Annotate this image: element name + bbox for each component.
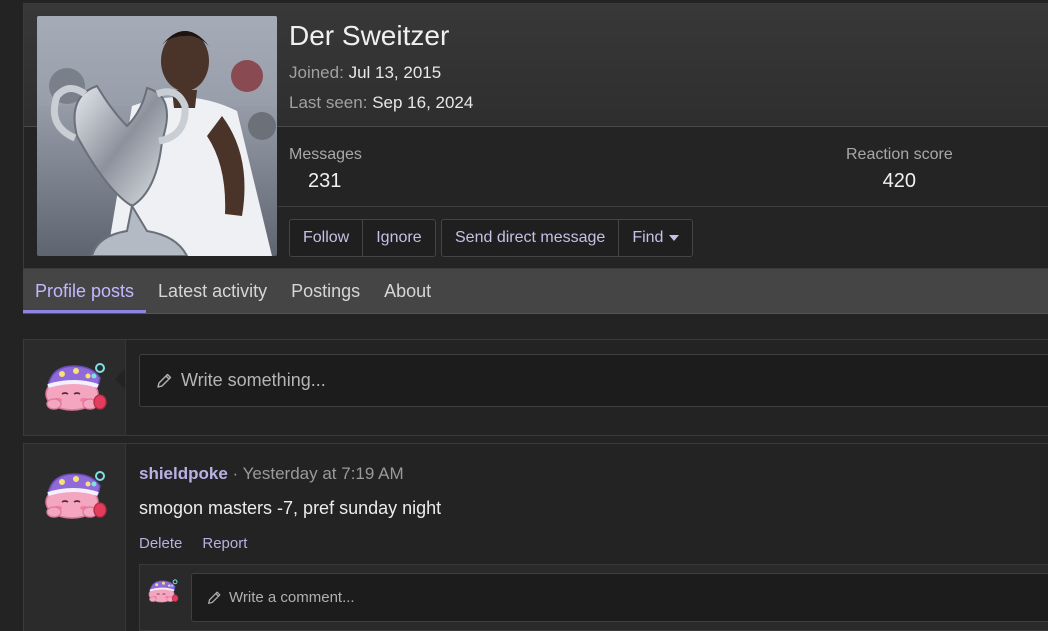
post-actions: Delete Report — [139, 535, 247, 552]
tab-latest-activity[interactable]: Latest activity — [146, 269, 279, 313]
post-avatar-gutter — [24, 444, 126, 631]
ignore-button[interactable]: Ignore — [362, 220, 434, 256]
post-timestamp[interactable]: Yesterday at 7:19 AM — [243, 464, 404, 483]
profile-header: Der Sweitzer Joined: Jul 13, 2015 Last s… — [23, 3, 1048, 269]
post-username[interactable]: shieldpoke — [139, 464, 228, 483]
last-seen: Last seen: Sep 16, 2024 — [289, 93, 473, 113]
pencil-icon — [157, 373, 172, 388]
delete-link[interactable]: Delete — [139, 535, 182, 552]
kirby-avatar-icon[interactable] — [42, 464, 108, 522]
write-comment-placeholder: Write a comment... — [229, 589, 355, 606]
write-something-input[interactable]: Write something... — [139, 354, 1048, 407]
send-direct-message-button[interactable]: Send direct message — [442, 220, 618, 256]
profile-username: Der Sweitzer — [289, 20, 450, 51]
composer-avatar-gutter — [24, 340, 126, 435]
stat-messages-value[interactable]: 231 — [289, 170, 362, 193]
tab-profile-posts[interactable]: Profile posts — [23, 269, 147, 313]
joined-value: Jul 13, 2015 — [348, 63, 442, 82]
speech-pointer — [115, 369, 125, 389]
composer-content: Write something... — [126, 340, 1048, 435]
profile-photo-icon — [37, 16, 277, 256]
follow-ignore-buttons: Follow Ignore — [289, 219, 436, 257]
find-label: Find — [632, 229, 664, 246]
report-link[interactable]: Report — [202, 535, 247, 552]
meta-separator: · — [232, 464, 239, 483]
comment-composer: Write a comment... — [139, 564, 1048, 631]
write-comment-input[interactable]: Write a comment... — [191, 573, 1048, 622]
post-body: smogon masters -7, pref sunday night — [139, 498, 442, 518]
chevron-down-icon — [669, 235, 680, 241]
stat-reaction-score: Reaction score 420 — [846, 146, 953, 193]
stat-messages-label: Messages — [289, 146, 362, 163]
follow-button[interactable]: Follow — [290, 220, 362, 256]
last-seen-value[interactable]: Sep 16, 2024 — [372, 93, 473, 112]
last-seen-label: Last seen: — [289, 93, 368, 112]
stat-messages: Messages 231 — [289, 146, 362, 193]
write-something-placeholder: Write something... — [181, 370, 326, 390]
profile-post-composer: Write something... — [23, 339, 1048, 436]
kirby-avatar-icon[interactable] — [147, 576, 179, 604]
profile-tabs: Profile posts Latest activity Postings A… — [23, 269, 1048, 314]
pencil-icon — [208, 591, 221, 604]
joined-label: Joined: — [289, 63, 344, 82]
stat-reaction-label: Reaction score — [846, 146, 953, 163]
find-menu-button[interactable]: Find — [618, 220, 692, 256]
post-meta: shieldpoke · Yesterday at 7:19 AM — [139, 464, 404, 484]
tab-postings[interactable]: Postings — [279, 269, 372, 313]
member-profile-page: Der Sweitzer Joined: Jul 13, 2015 Last s… — [0, 0, 1048, 631]
post-content: shieldpoke · Yesterday at 7:19 AM smogon… — [126, 444, 1048, 631]
tab-about[interactable]: About — [372, 269, 443, 313]
kirby-avatar-icon[interactable] — [42, 356, 108, 414]
stat-reaction-value[interactable]: 420 — [846, 170, 953, 193]
profile-post: shieldpoke · Yesterday at 7:19 AM smogon… — [23, 443, 1048, 631]
message-find-buttons: Send direct message Find — [441, 219, 694, 257]
joined-date: Joined: Jul 13, 2015 — [289, 63, 441, 83]
stats-divider — [278, 206, 1048, 207]
profile-avatar[interactable] — [37, 16, 277, 256]
